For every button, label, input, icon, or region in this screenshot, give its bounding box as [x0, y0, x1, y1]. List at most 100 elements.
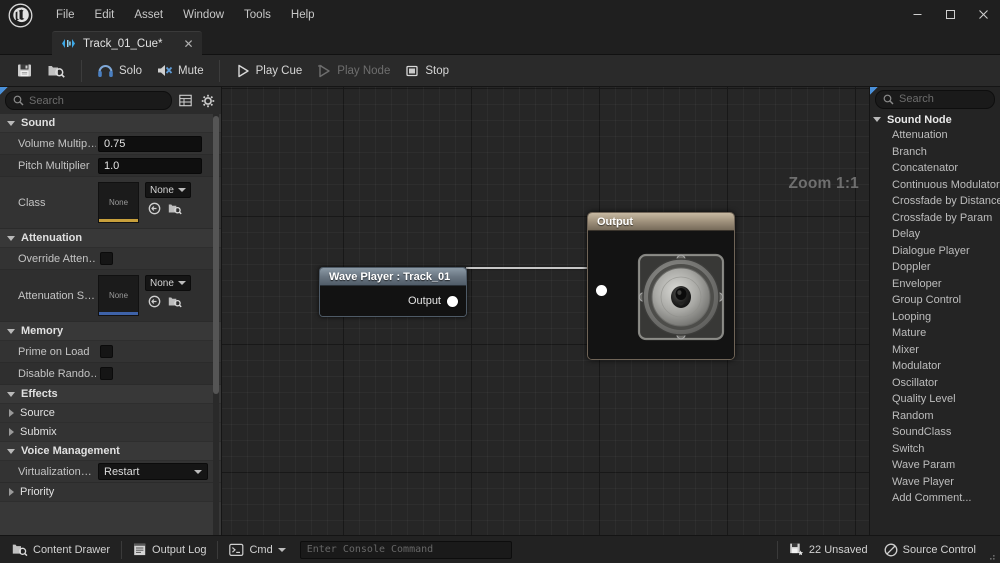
category-attenuation[interactable]: Attenuation — [0, 229, 221, 248]
property-label: Pitch Multiplier — [18, 159, 90, 172]
palette-item-crossfade-by-distance[interactable]: Crossfade by Distance — [870, 193, 1000, 210]
unsaved-icon — [790, 543, 804, 556]
connection-wire[interactable] — [466, 267, 590, 269]
chevron-down-icon — [7, 328, 15, 334]
palette-item-group-control[interactable]: Group Control — [870, 292, 1000, 309]
palette-category-sound-node[interactable]: Sound Node — [870, 112, 1000, 127]
palette-item-modulator[interactable]: Modulator — [870, 358, 1000, 375]
sound-cue-graph-canvas[interactable]: Zoom 1:1 SOUND CUE Wave Player : Track_0… — [222, 87, 869, 535]
browse-asset-icon[interactable] — [167, 201, 182, 216]
node-wave-player[interactable]: Wave Player : Track_01 Output — [319, 267, 467, 317]
palette-item-attenuation[interactable]: Attenuation — [870, 127, 1000, 144]
palette-search-input[interactable]: Search — [875, 89, 995, 109]
pitch-multiplier-input[interactable]: 1.0 — [98, 157, 202, 174]
column-layout-icon[interactable] — [177, 92, 194, 109]
unsaved-assets-button[interactable]: 22 Unsaved — [781, 539, 876, 561]
close-icon[interactable]: ✕ — [182, 38, 195, 50]
resize-grip-icon[interactable] — [986, 548, 996, 560]
palette-item-add-comment[interactable]: Add Comment... — [870, 490, 1000, 507]
save-button[interactable] — [9, 58, 40, 84]
console-command-input[interactable]: Enter Console Command — [299, 540, 512, 559]
menu-tools[interactable]: Tools — [234, 5, 281, 25]
palette-item-wave-param[interactable]: Wave Param — [870, 457, 1000, 474]
menu-window[interactable]: Window — [173, 5, 234, 25]
output-log-button[interactable]: Output Log — [125, 539, 214, 561]
asset-tab-bar: Track_01_Cue* ✕ — [0, 31, 1000, 55]
palette-item-quality-level[interactable]: Quality Level — [870, 391, 1000, 408]
output-pin[interactable] — [447, 295, 458, 307]
asset-tab-track-01-cue[interactable]: Track_01_Cue* ✕ — [52, 31, 202, 55]
disable-randomization-checkbox[interactable] — [100, 367, 113, 380]
class-asset-picker[interactable]: None None — [98, 179, 191, 226]
content-drawer-button[interactable]: Content Drawer — [4, 539, 118, 561]
minimize-button[interactable] — [901, 0, 934, 29]
chevron-down-icon — [178, 281, 186, 285]
category-sound[interactable]: Sound — [0, 114, 221, 133]
palette-item-delay[interactable]: Delay — [870, 226, 1000, 243]
class-combo[interactable]: None — [145, 182, 191, 198]
menu-help[interactable]: Help — [281, 5, 325, 25]
solo-button[interactable]: Solo — [90, 58, 149, 84]
property-label: Virtualization… — [18, 465, 92, 478]
palette-item-doppler[interactable]: Doppler — [870, 259, 1000, 276]
attenuation-combo[interactable]: None — [145, 275, 191, 291]
menu-edit[interactable]: Edit — [85, 5, 125, 25]
palette-item-soundclass[interactable]: SoundClass — [870, 424, 1000, 441]
node-wave-player-title: Wave Player : Track_01 — [320, 268, 466, 286]
palette-item-branch[interactable]: Branch — [870, 144, 1000, 161]
status-divider-2 — [217, 540, 219, 559]
details-scrollbar-thumb[interactable] — [213, 116, 219, 394]
attenuation-thumbnail[interactable]: None — [98, 275, 139, 316]
use-selected-asset-icon[interactable] — [147, 201, 162, 216]
node-output-title: Output — [588, 213, 734, 231]
attenuation-asset-picker[interactable]: None None — [98, 272, 191, 319]
palette-item-looping[interactable]: Looping — [870, 309, 1000, 326]
maximize-button[interactable] — [934, 0, 967, 29]
volume-multiplier-input[interactable]: 0.75 — [98, 135, 202, 152]
play-node-button[interactable]: Play Node — [309, 58, 397, 84]
palette-item-random[interactable]: Random — [870, 408, 1000, 425]
palette-item-mixer[interactable]: Mixer — [870, 342, 1000, 359]
category-memory[interactable]: Memory — [0, 322, 221, 341]
virtualization-mode-combo[interactable]: Restart — [98, 463, 208, 480]
palette-item-mature[interactable]: Mature — [870, 325, 1000, 342]
category-priority[interactable]: Priority — [0, 483, 221, 502]
palette-item-wave-player[interactable]: Wave Player — [870, 474, 1000, 491]
category-source[interactable]: Source — [0, 404, 221, 423]
use-selected-asset-icon[interactable] — [147, 294, 162, 309]
close-button[interactable] — [967, 0, 1000, 29]
source-control-button[interactable]: Source Control — [876, 539, 984, 561]
details-search-input[interactable]: Search — [5, 91, 172, 110]
palette-item-continuous-modulator[interactable]: Continuous Modulator — [870, 177, 1000, 194]
status-divider-3 — [776, 540, 778, 559]
override-attenuation-checkbox[interactable] — [100, 252, 113, 265]
property-row-volume-multiplier: Volume Multip… 0.75 — [0, 133, 221, 155]
menu-file[interactable]: File — [46, 5, 85, 25]
prime-on-load-checkbox[interactable] — [100, 345, 113, 358]
browse-asset-icon[interactable] — [167, 294, 182, 309]
mute-button[interactable]: Mute — [149, 58, 211, 84]
details-search-placeholder: Search — [29, 94, 64, 107]
stop-button[interactable]: Stop — [397, 58, 456, 84]
node-wave-player-body: Output — [320, 286, 466, 316]
property-row-override-attenuation: Override Atten… — [0, 248, 221, 270]
menu-asset[interactable]: Asset — [124, 5, 173, 25]
palette-item-crossfade-by-param[interactable]: Crossfade by Param — [870, 210, 1000, 227]
virtualization-mode-value: Restart — [104, 465, 140, 478]
input-pin[interactable] — [596, 285, 607, 296]
category-effects[interactable]: Effects — [0, 385, 221, 404]
category-submix[interactable]: Submix — [0, 423, 221, 442]
cmd-button[interactable]: Cmd — [221, 539, 293, 561]
palette-item-oscillator[interactable]: Oscillator — [870, 375, 1000, 392]
palette-item-concatenator[interactable]: Concatenator — [870, 160, 1000, 177]
palette-item-dialogue-player[interactable]: Dialogue Player — [870, 243, 1000, 260]
browse-to-asset-button[interactable] — [40, 58, 73, 84]
gear-icon[interactable] — [199, 92, 216, 109]
play-cue-button[interactable]: Play Cue — [228, 58, 310, 84]
node-output[interactable]: Output — [587, 212, 735, 360]
chevron-right-icon — [9, 488, 14, 496]
category-voice-management[interactable]: Voice Management — [0, 442, 221, 461]
palette-item-enveloper[interactable]: Enveloper — [870, 276, 1000, 293]
palette-item-switch[interactable]: Switch — [870, 441, 1000, 458]
class-thumbnail[interactable]: None — [98, 182, 139, 223]
